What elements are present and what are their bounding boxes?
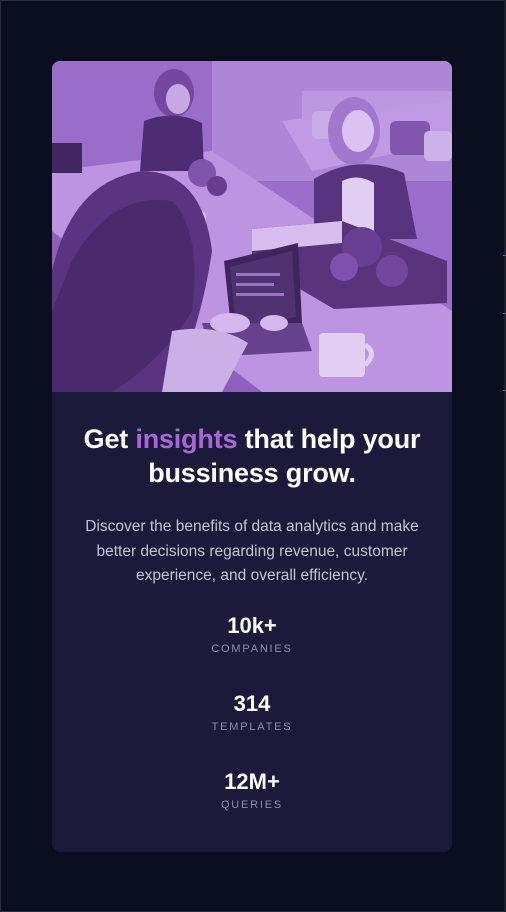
stat-value: 10k+ (227, 612, 277, 638)
stat-companies: 10k+ COMPANIES (72, 613, 432, 691)
stat-label: COMPANIES (211, 642, 293, 655)
stat-value: 314 (233, 690, 271, 716)
stats-preview-card: Get insights that help your bussiness gr… (52, 61, 452, 852)
stat-label: QUERIES (220, 798, 284, 811)
description: Discover the benefits of data analytics … (85, 518, 419, 584)
office-photo-illustration (52, 61, 452, 392)
headline-accent: insights (135, 424, 238, 454)
stats-list: 10k+ COMPANIES 314 TEMPLATES 12M+ QUERIE… (72, 613, 432, 847)
headline-prefix: Get (83, 424, 129, 454)
stat-templates: 314 TEMPLATES (72, 691, 432, 769)
card-content: Get insights that help your bussiness gr… (52, 392, 452, 847)
stat-value: 12M+ (224, 768, 280, 794)
hero-image (52, 61, 452, 392)
stat-label: TEMPLATES (211, 720, 293, 733)
stat-queries: 12M+ QUERIES (72, 769, 432, 847)
headline: Get insights that help your bussiness gr… (72, 422, 432, 490)
